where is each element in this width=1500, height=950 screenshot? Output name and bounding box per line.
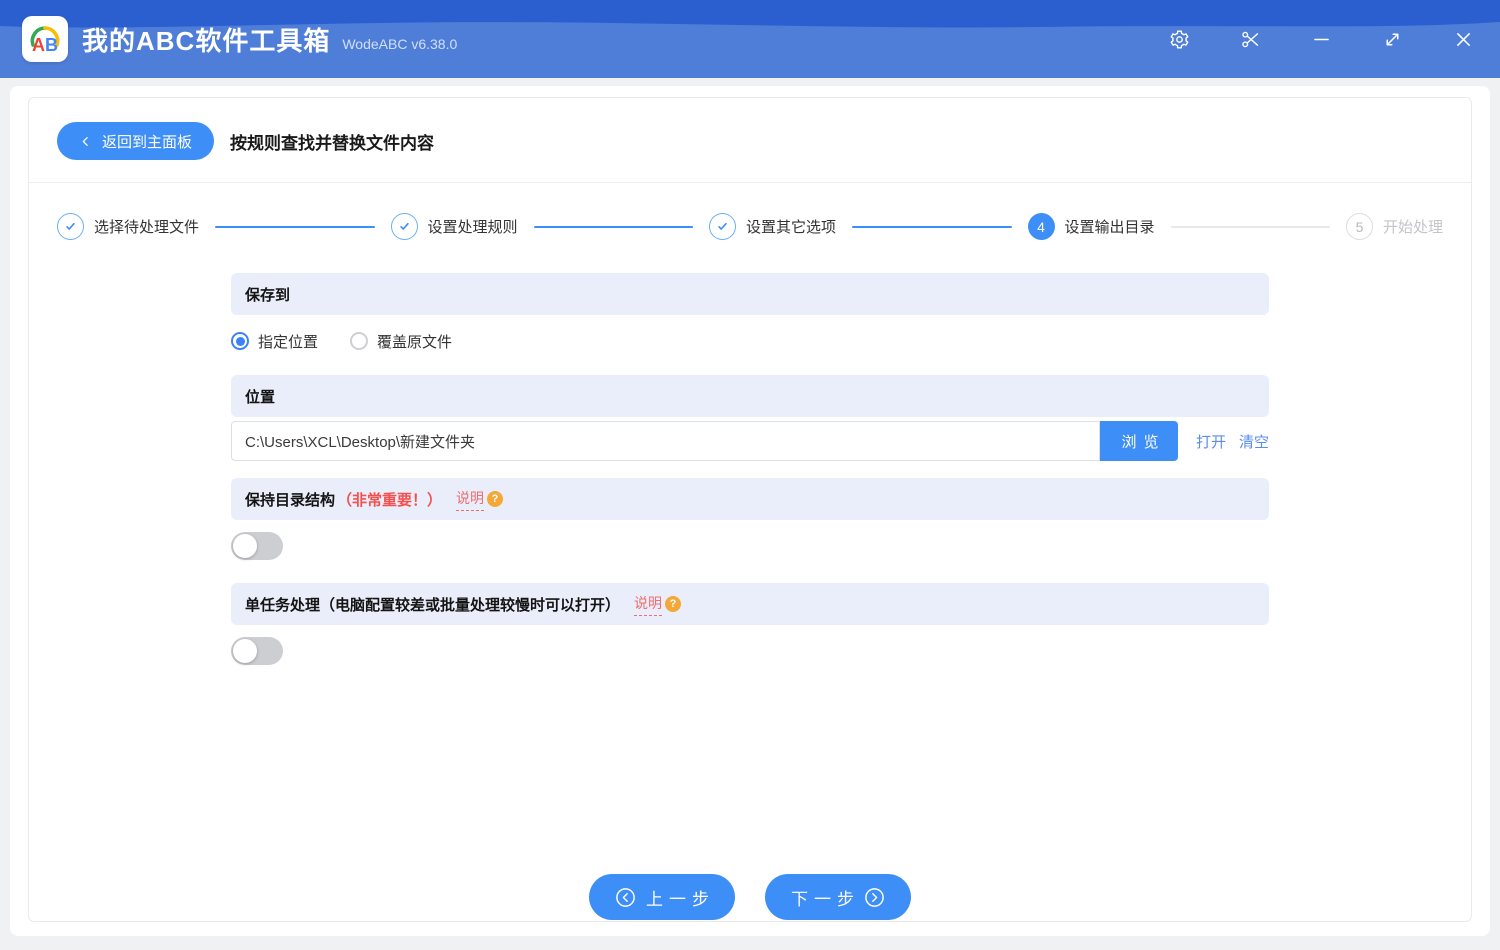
back-button-label: 返回到主面板 — [102, 133, 193, 151]
wizard-card: 返回到主面板 按规则查找并替换文件内容 选择待处理文件 设置处理规则 设置其它选项 4… — [28, 97, 1472, 922]
scissors-icon[interactable] — [1240, 29, 1261, 50]
previous-step-label: 上一步 — [646, 889, 715, 909]
next-step-label: 下一步 — [791, 889, 860, 909]
main-panel: 返回到主面板 按规则查找并替换文件内容 选择待处理文件 设置处理规则 设置其它选项 4… — [10, 86, 1490, 936]
svg-text:A: A — [32, 35, 45, 55]
step-connector — [1170, 225, 1330, 228]
step-2: 设置处理规则 — [390, 213, 518, 240]
location-header-label: 位置 — [245, 388, 276, 406]
next-step-button[interactable]: 下一步 — [765, 874, 911, 920]
save-to-header-label: 保存到 — [245, 286, 291, 304]
step-4: 4 设置输出目录 — [1027, 213, 1155, 240]
app-version: WodeABC v6.38.0 — [342, 36, 458, 52]
step-label: 设置处理规则 — [427, 219, 518, 236]
keep-structure-header: 保持目录结构 （非常重要！） 说明 ? — [231, 478, 1269, 520]
previous-step-button[interactable]: 上一步 — [589, 874, 735, 920]
open-folder-link[interactable]: 打开 — [1196, 431, 1226, 452]
step-5: 5 开始处理 — [1346, 213, 1443, 240]
maximize-icon[interactable] — [1382, 29, 1403, 50]
step-indicator: 选择待处理文件 设置处理规则 设置其它选项 4 设置输出目录 5 开始处理 — [29, 183, 1471, 240]
question-badge-icon[interactable]: ? — [665, 596, 682, 612]
toggle-knob[interactable] — [233, 639, 257, 663]
step-number: 4 — [1027, 213, 1055, 240]
step-label: 选择待处理文件 — [94, 219, 200, 236]
radio-label: 指定位置 — [258, 333, 319, 351]
back-to-dashboard-button[interactable]: 返回到主面板 — [57, 122, 215, 160]
check-icon — [709, 213, 736, 240]
step-label: 设置输出目录 — [1064, 219, 1155, 236]
location-row: 浏览 打开 清空 — [231, 421, 1269, 461]
radio-checked-icon[interactable] — [231, 332, 249, 350]
minimize-icon[interactable] — [1311, 29, 1332, 50]
single-task-header: 单任务处理（电脑配置较差或批量处理较慢时可以打开） 说明 ? — [231, 583, 1269, 625]
keep-structure-warning: （非常重要！） — [337, 491, 443, 509]
card-header: 返回到主面板 按规则查找并替换文件内容 — [29, 98, 1471, 183]
save-to-options: 指定位置 覆盖原文件 — [231, 329, 1269, 353]
check-icon — [390, 213, 418, 240]
location-path-input[interactable] — [231, 421, 1100, 461]
abc-logo-icon: A B — [30, 26, 60, 55]
step-connector — [533, 225, 693, 228]
chevron-left-icon — [82, 136, 88, 146]
wizard-footer: 上一步 下一步 — [231, 874, 1269, 921]
single-task-help-link[interactable]: 说明 — [634, 593, 663, 616]
circle-chevron-right-icon — [865, 887, 884, 907]
clear-path-link[interactable]: 清空 — [1239, 431, 1269, 452]
step-connector — [215, 225, 375, 228]
step-1: 选择待处理文件 — [57, 213, 199, 240]
radio-option[interactable]: 指定位置 — [231, 331, 318, 352]
keep-structure-title: 保持目录结构 — [245, 491, 336, 509]
radio-unchecked-icon[interactable] — [350, 332, 369, 350]
gear-icon[interactable] — [1169, 29, 1190, 50]
page-title: 按规则查找并替换文件内容 — [230, 133, 435, 153]
step-label: 设置其它选项 — [746, 219, 837, 236]
question-badge-icon[interactable]: ? — [487, 491, 504, 507]
close-icon[interactable] — [1453, 29, 1474, 50]
svg-text:B: B — [45, 35, 58, 55]
keep-structure-help-link[interactable]: 说明 — [456, 488, 485, 511]
step-3: 设置其它选项 — [709, 213, 836, 240]
titlebar: A B 我的ABC软件工具箱 WodeABC v6.38.0 — [0, 0, 1500, 78]
toggle-knob[interactable] — [233, 534, 257, 558]
circle-chevron-left-icon — [616, 887, 635, 907]
radio-label: 覆盖原文件 — [377, 333, 453, 351]
keep-structure-toggle[interactable] — [231, 532, 283, 560]
app-title: 我的ABC软件工具箱 — [82, 25, 331, 56]
step-number: 5 — [1346, 213, 1373, 240]
window-controls — [1169, 29, 1474, 50]
location-header: 位置 — [231, 375, 1269, 417]
single-task-toggle[interactable] — [231, 637, 283, 665]
step-connector — [852, 225, 1012, 228]
app-logo: A B — [22, 16, 68, 62]
check-icon — [57, 213, 84, 240]
single-task-title: 单任务处理（电脑配置较差或批量处理较慢时可以打开） — [245, 596, 621, 614]
radio-option[interactable]: 覆盖原文件 — [350, 331, 452, 352]
browse-button[interactable]: 浏览 — [1099, 421, 1178, 461]
save-to-header: 保存到 — [231, 273, 1269, 315]
step-label: 开始处理 — [1383, 219, 1444, 236]
form-content: 保存到 指定位置 覆盖原文件 位置 浏览 打开 清空 保持目录结构 （非常重要！）… — [231, 273, 1269, 921]
